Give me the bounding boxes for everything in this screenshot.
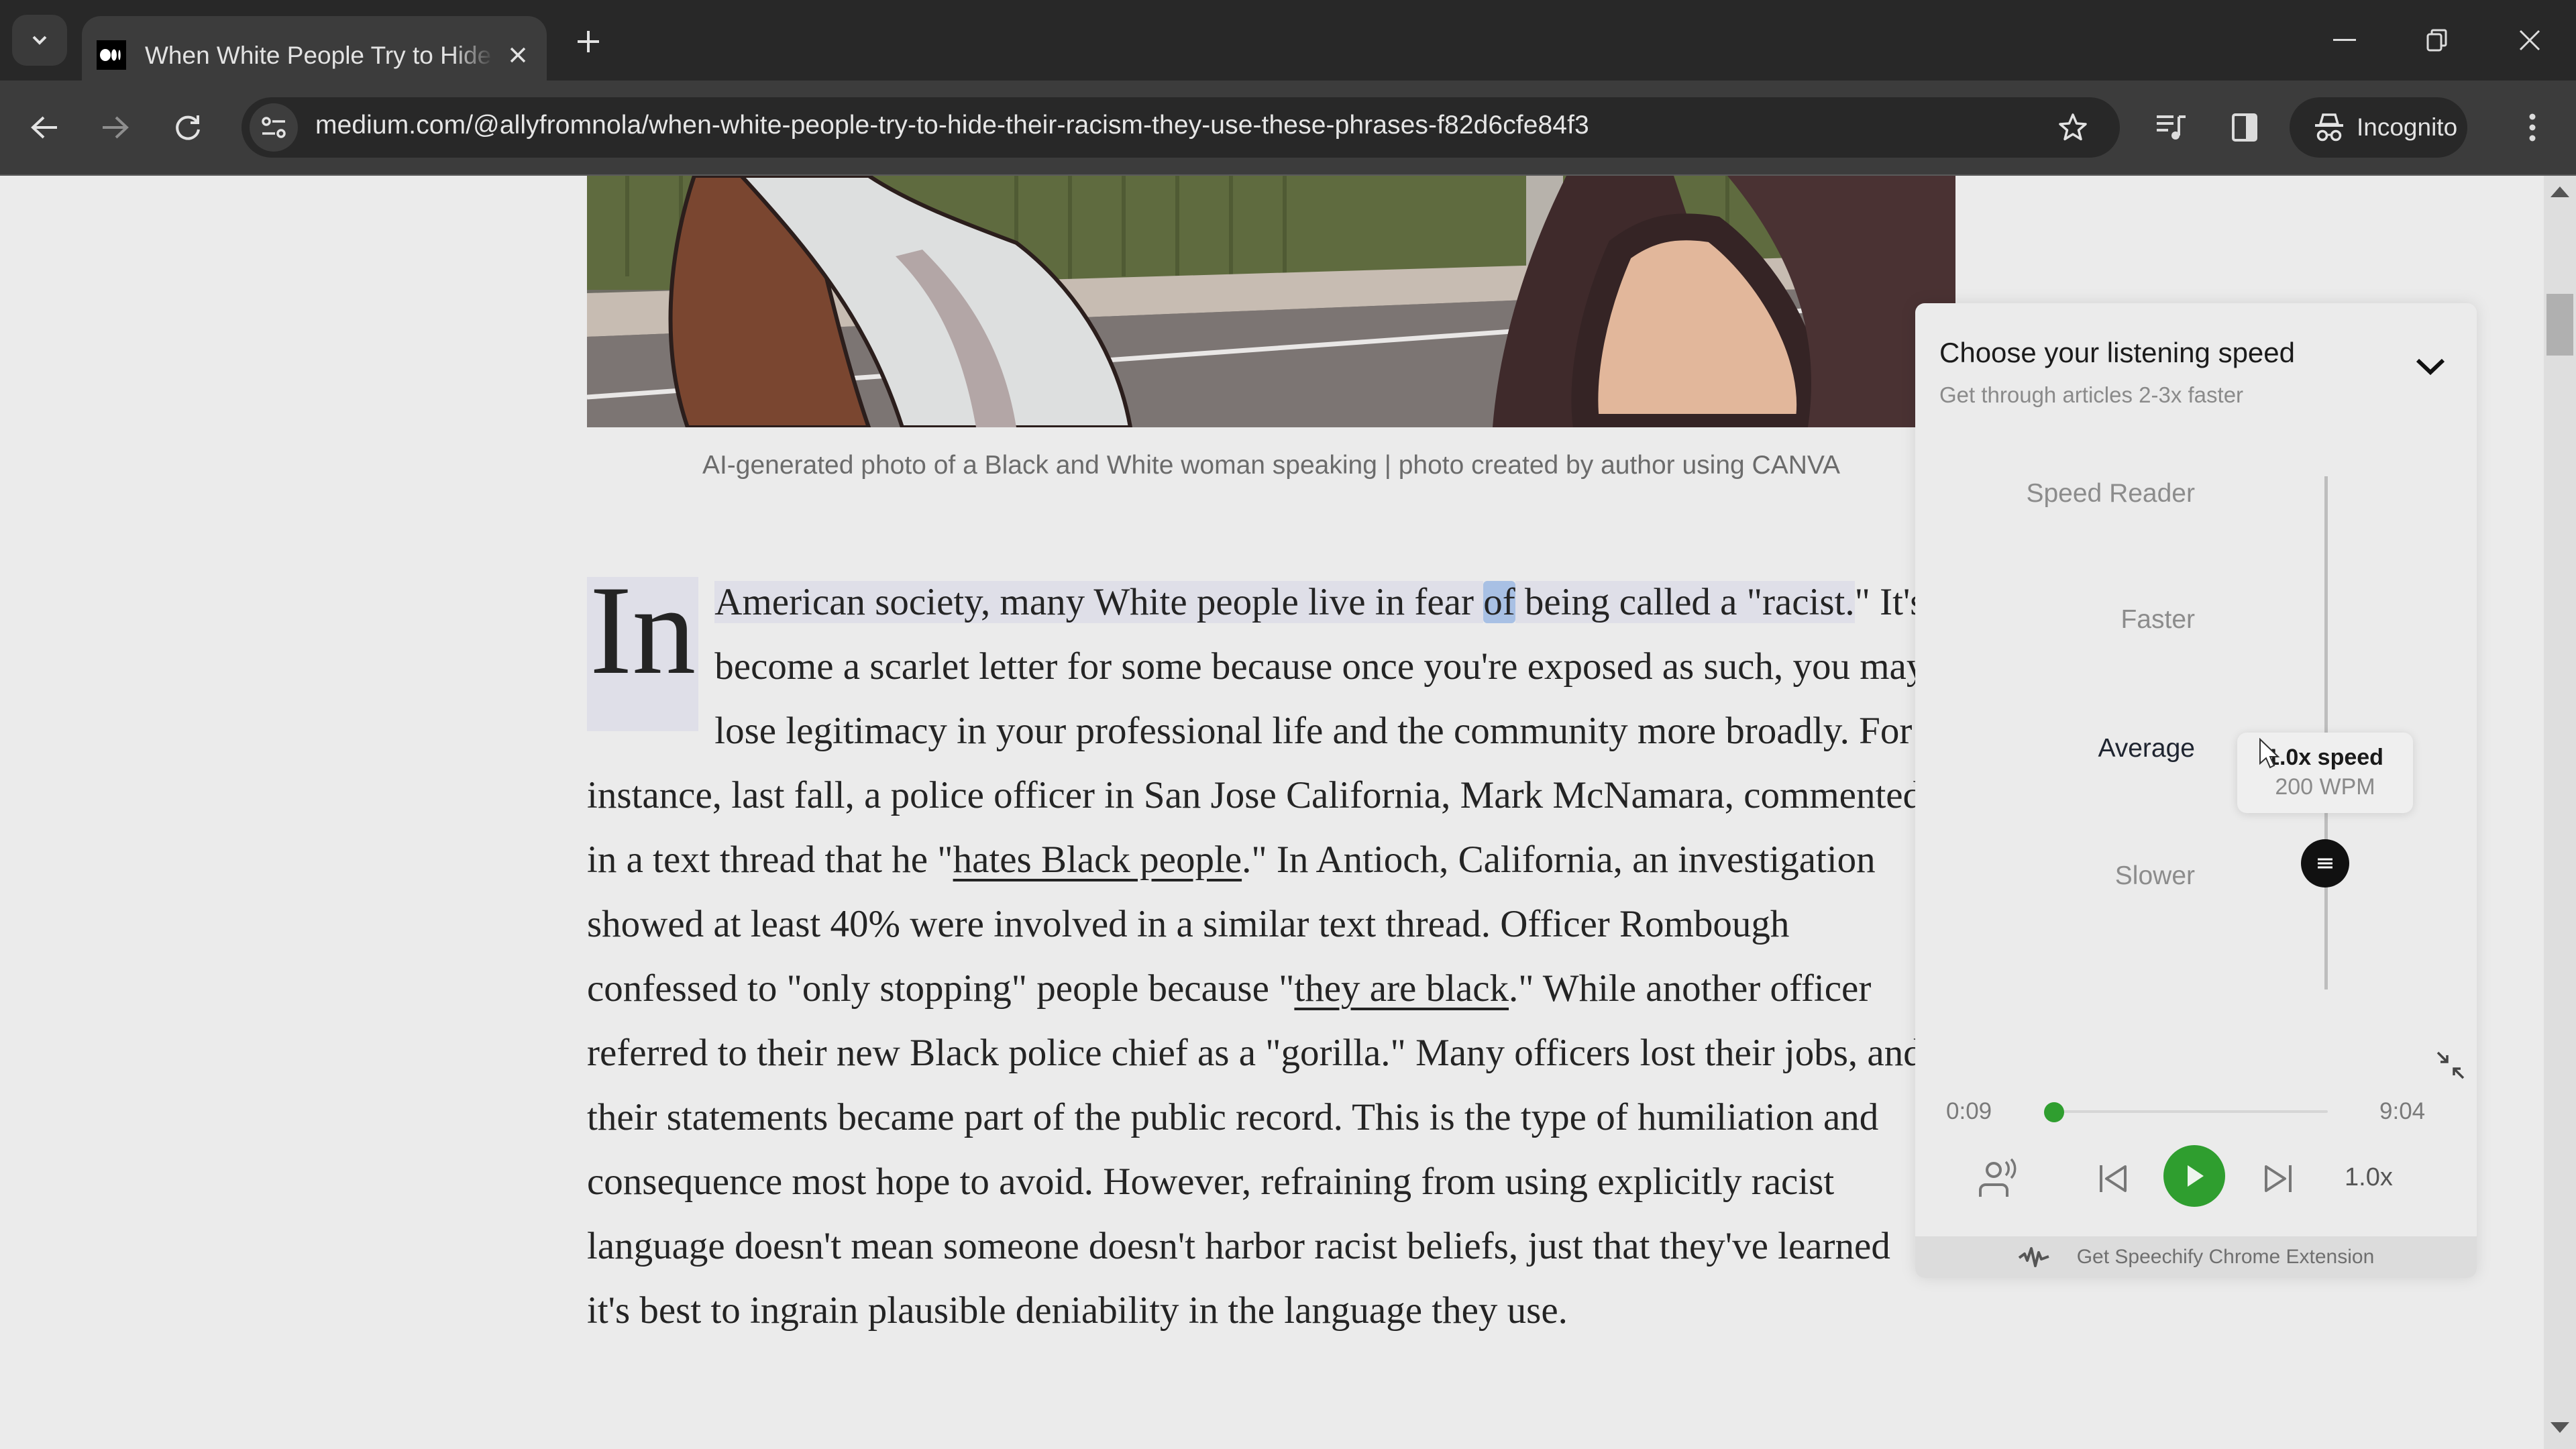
forward-button[interactable] xyxy=(89,101,142,154)
collapse-speed-panel-button[interactable] xyxy=(2412,347,2449,385)
collapse-arrows-icon xyxy=(2436,1051,2465,1079)
page-scrollbar[interactable] xyxy=(2544,176,2576,1449)
speed-panel-subtitle: Get through articles 2-3x faster xyxy=(1939,382,2244,407)
incognito-profile-button[interactable]: Incognito xyxy=(2290,97,2467,158)
triangle-up-icon xyxy=(2551,186,2569,197)
article-body: In American society, many White people l… xyxy=(587,567,1935,1343)
highlighted-sentence-cont: being called a xyxy=(1515,581,1747,623)
triangle-down-icon xyxy=(2551,1422,2569,1433)
queue-music-icon xyxy=(2157,115,2186,140)
star-icon xyxy=(2059,113,2087,141)
speed-slider-handle[interactable] xyxy=(2301,839,2349,888)
time-elapsed: 0:09 xyxy=(1946,1098,1992,1124)
cursor-arrow-icon xyxy=(2259,737,2280,769)
drag-handle-icon xyxy=(2318,858,2332,869)
close-icon xyxy=(510,47,526,63)
previous-button[interactable] xyxy=(2083,1148,2143,1209)
article-text: " It's become a scarlet letter for some … xyxy=(587,581,1926,881)
speed-option-speed-reader[interactable]: Speed Reader xyxy=(2026,479,2195,508)
article-link-hates-black-people[interactable]: hates Black people xyxy=(953,839,1242,881)
speechify-player-panel: Choose your listening speed Get through … xyxy=(1915,303,2477,1278)
highlighted-sentence-end: "racist. xyxy=(1746,581,1855,623)
play-button[interactable] xyxy=(2163,1145,2225,1207)
arrow-left-icon xyxy=(31,116,57,139)
voice-select-button[interactable] xyxy=(1969,1148,2029,1209)
scroll-up-arrow[interactable] xyxy=(2551,186,2569,201)
article-link-they-are-black[interactable]: they are black xyxy=(1294,967,1509,1010)
time-total: 9:04 xyxy=(2379,1098,2426,1124)
viewport-bottom-edge xyxy=(577,1422,1952,1449)
highlighted-sentence: American society, many White people live… xyxy=(714,581,1484,623)
scrollbar-thumb[interactable] xyxy=(2546,294,2573,356)
new-tab-button[interactable] xyxy=(567,20,610,63)
minimize-icon xyxy=(2333,39,2356,41)
drop-cap: In xyxy=(587,567,699,731)
speed-panel-title: Choose your listening speed xyxy=(1939,337,2296,368)
reload-icon xyxy=(176,115,200,140)
more-vertical-icon xyxy=(2529,113,2536,142)
medium-logo-icon xyxy=(97,40,126,70)
arrow-right-icon xyxy=(103,116,129,139)
speed-option-slower[interactable]: Slower xyxy=(2115,861,2195,891)
chevron-down-icon xyxy=(2416,358,2445,376)
plus-icon xyxy=(578,31,599,52)
bookmark-button[interactable] xyxy=(2046,101,2100,154)
playback-scrubber[interactable] xyxy=(2044,1102,2065,1122)
get-extension-banner[interactable]: Get Speechify Chrome Extension xyxy=(1915,1236,2477,1278)
article-hero-image xyxy=(587,176,1955,427)
get-extension-label: Get Speechify Chrome Extension xyxy=(2076,1246,2375,1268)
close-icon xyxy=(2519,30,2540,51)
scroll-down-arrow[interactable] xyxy=(2551,1422,2569,1436)
minimize-window-button[interactable] xyxy=(2308,13,2381,67)
incognito-icon xyxy=(2315,113,2343,142)
article-text: ." While another officer referred to the… xyxy=(587,967,1923,1332)
chevron-down-icon xyxy=(32,36,47,45)
play-icon xyxy=(2188,1165,2204,1187)
tune-icon xyxy=(262,117,286,138)
side-panel-button[interactable] xyxy=(2218,101,2271,154)
tab-close-button[interactable] xyxy=(499,36,537,74)
close-window-button[interactable] xyxy=(2493,13,2567,67)
playback-speed-button[interactable]: 1.0x xyxy=(2345,1163,2393,1192)
restore-window-button[interactable] xyxy=(2400,13,2474,67)
skip-previous-icon xyxy=(2100,1165,2127,1192)
speed-option-faster[interactable]: Faster xyxy=(2121,605,2195,635)
next-button[interactable] xyxy=(2248,1148,2308,1209)
skip-next-icon xyxy=(2265,1165,2292,1192)
speed-option-average[interactable]: Average xyxy=(2098,734,2195,763)
tab-search-button[interactable] xyxy=(12,15,67,66)
soundwave-icon xyxy=(2018,1247,2049,1267)
playback-progress-bar[interactable] xyxy=(2049,1110,2328,1113)
site-info-button[interactable] xyxy=(250,103,298,152)
mouse-cursor xyxy=(2259,737,2280,773)
tab-title: When White People Try to Hide Their Raci… xyxy=(145,42,494,69)
incognito-label: Incognito xyxy=(2357,113,2458,141)
minimize-player-button[interactable] xyxy=(2432,1046,2469,1084)
side-panel-icon xyxy=(2232,113,2257,142)
browser-menu-button[interactable] xyxy=(2506,101,2559,154)
url-text[interactable]: medium.com/@allyfromnola/when-white-peop… xyxy=(315,111,1589,140)
reload-button[interactable] xyxy=(161,101,215,154)
tooltip-wpm: 200 WPM xyxy=(2275,774,2375,800)
browser-tab-active[interactable]: When White People Try to Hide Their Raci… xyxy=(82,16,547,80)
article-paragraph: In American society, many White people l… xyxy=(587,567,1935,1343)
voice-person-icon xyxy=(1979,1158,2017,1197)
current-spoken-word: of xyxy=(1483,581,1515,623)
back-button[interactable] xyxy=(17,101,71,154)
image-caption: AI-generated photo of a Black and White … xyxy=(702,451,1841,480)
media-controls-button[interactable] xyxy=(2144,101,2198,154)
restore-icon xyxy=(2426,29,2447,52)
